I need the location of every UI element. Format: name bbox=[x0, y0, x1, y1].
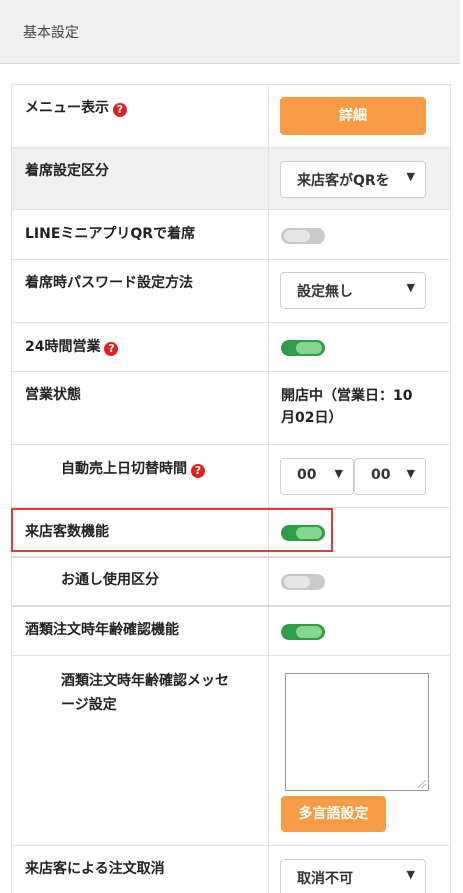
order-cancel-select[interactable]: 取消不可 ▼ bbox=[280, 859, 426, 893]
menu-display-label: メニュー表示 bbox=[25, 100, 109, 116]
multilingual-settings-button[interactable]: 多言語設定 bbox=[281, 796, 386, 832]
row-seating-password: 着席時パスワード設定方法 設定無し ▼ bbox=[12, 259, 450, 323]
row-business-status: 営業状態 開店中（営業日：10 月02日） bbox=[12, 371, 450, 445]
row-24h: 24時間営業? bbox=[12, 322, 450, 372]
column-divider bbox=[268, 445, 269, 508]
status-line-1: 開店中（営業日：10 bbox=[281, 388, 413, 404]
row-label: 24時間営業? bbox=[25, 337, 119, 357]
auto-switch-label: 自動売上日切替時間 bbox=[61, 461, 187, 477]
row-alcohol-message: 酒類注文時年齢確認メッセ ージ設定 多言語設定 bbox=[12, 655, 450, 846]
section-title: 基本設定 bbox=[23, 25, 79, 41]
details-button[interactable]: 詳細 bbox=[280, 97, 426, 135]
otoshi-label: お通し使用区分 bbox=[61, 572, 159, 588]
column-divider bbox=[268, 323, 269, 372]
settings-page: 基本設定 メニュー表示? 詳細 着席設定区分 来店客がQRを ▼ LINEミニア… bbox=[0, 0, 463, 893]
selected-value: 来店客がQRを bbox=[297, 173, 390, 189]
settings-panel: メニュー表示? 詳細 着席設定区分 来店客がQRを ▼ LINEミニアプリQRで… bbox=[11, 84, 451, 893]
highlight-box bbox=[11, 508, 333, 552]
help-icon[interactable]: ? bbox=[104, 342, 119, 356]
chevron-down-icon: ▼ bbox=[406, 868, 415, 881]
open-24h-label: 24時間営業 bbox=[25, 339, 101, 355]
alcohol-age-toggle[interactable] bbox=[281, 624, 325, 640]
toggle-knob bbox=[296, 342, 322, 354]
row-line-mini-app: LINEミニアプリQRで着席 bbox=[12, 209, 450, 260]
toggle-knob bbox=[284, 576, 310, 588]
message-textarea[interactable] bbox=[285, 673, 429, 791]
selected-value: 00 bbox=[371, 467, 391, 483]
column-divider bbox=[268, 846, 269, 893]
selected-value: 00 bbox=[297, 467, 317, 483]
column-divider bbox=[268, 372, 269, 445]
row-seating-category: 着席設定区分 来店客がQRを ▼ bbox=[12, 147, 450, 210]
column-divider bbox=[268, 148, 269, 210]
seating-password-select[interactable]: 設定無し ▼ bbox=[280, 272, 426, 309]
order-cancel-label: 来店客による注文取消 bbox=[25, 861, 165, 877]
column-divider bbox=[268, 607, 269, 657]
help-icon[interactable]: ? bbox=[113, 103, 127, 117]
chevron-down-icon: ▼ bbox=[406, 170, 415, 183]
row-order-cancel: 来店客による注文取消 取消不可 ▼ bbox=[12, 845, 450, 893]
open-24h-toggle[interactable] bbox=[281, 340, 325, 356]
line-mini-app-toggle[interactable] bbox=[281, 228, 325, 244]
hour-select[interactable]: 00 ▼ bbox=[280, 458, 354, 495]
row-menu-display: メニュー表示? 詳細 bbox=[12, 84, 450, 148]
resize-handle[interactable] bbox=[418, 780, 426, 788]
column-divider bbox=[268, 210, 269, 260]
toggle-knob bbox=[296, 626, 322, 638]
row-label: メニュー表示? bbox=[25, 98, 127, 118]
alcohol-message-label: 酒類注文時年齢確認メッセ ージ設定 bbox=[61, 669, 229, 717]
label-line-1: 酒類注文時年齢確認メッセ bbox=[61, 673, 229, 689]
status-line-2: 月02日） bbox=[281, 410, 343, 426]
column-divider bbox=[268, 558, 269, 607]
chevron-down-icon: ▼ bbox=[334, 467, 343, 480]
column-divider bbox=[268, 85, 269, 148]
toggle-knob bbox=[284, 230, 310, 242]
chevron-down-icon: ▼ bbox=[406, 281, 415, 294]
row-alcohol-age: 酒類注文時年齢確認機能 bbox=[12, 605, 450, 657]
selected-value: 取消不可 bbox=[297, 871, 353, 887]
alcohol-age-label: 酒類注文時年齢確認機能 bbox=[25, 622, 179, 638]
business-status-label: 営業状態 bbox=[25, 387, 81, 403]
section-header: 基本設定 bbox=[0, 0, 460, 64]
selected-value: 設定無し bbox=[297, 284, 353, 300]
business-status-value: 開店中（営業日：10 月02日） bbox=[281, 385, 412, 429]
otoshi-toggle[interactable] bbox=[281, 574, 325, 590]
row-label: 自動売上日切替時間? bbox=[61, 459, 205, 479]
column-divider bbox=[268, 260, 269, 323]
chevron-down-icon: ▼ bbox=[406, 467, 415, 480]
seating-category-select[interactable]: 来店客がQRを ▼ bbox=[280, 161, 426, 198]
column-divider bbox=[268, 656, 269, 846]
seating-password-label: 着席時パスワード設定方法 bbox=[25, 275, 193, 291]
minute-select[interactable]: 00 ▼ bbox=[354, 458, 426, 495]
row-otoshi: お通し使用区分 bbox=[12, 556, 450, 607]
seating-category-label: 着席設定区分 bbox=[25, 163, 109, 179]
line-mini-app-label: LINEミニアプリQRで着席 bbox=[25, 226, 196, 242]
label-line-2: ージ設定 bbox=[61, 697, 117, 713]
help-icon[interactable]: ? bbox=[191, 464, 205, 478]
row-auto-switch: 自動売上日切替時間? 00 ▼ 00 ▼ bbox=[12, 444, 450, 508]
